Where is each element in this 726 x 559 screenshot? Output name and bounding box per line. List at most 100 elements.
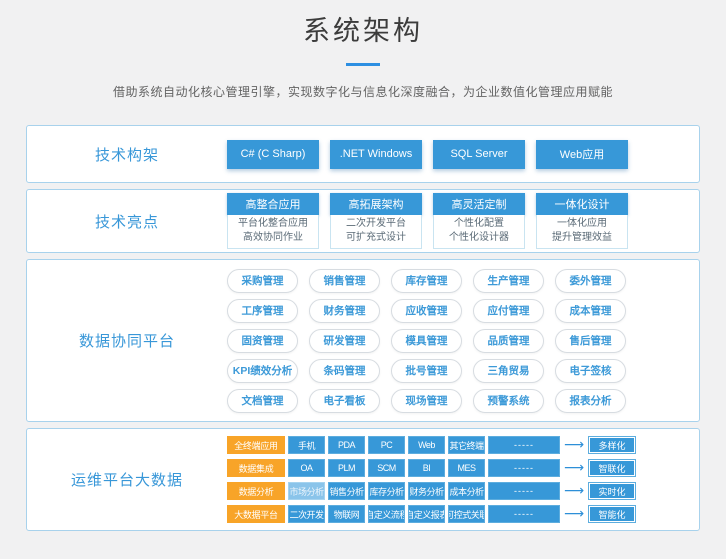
module-button[interactable]: 固资管理 — [227, 329, 298, 353]
highlight-card-body: 平台化整合应用高效协同作业 — [227, 215, 319, 249]
module-button[interactable]: 品质管理 — [473, 329, 544, 353]
ops-result-chip[interactable]: 多样化 — [588, 436, 636, 454]
module-button[interactable]: 库存管理 — [391, 269, 462, 293]
arrow-right-icon: ⟶ — [563, 484, 585, 498]
panel-label-highlights: 技术亮点 — [27, 211, 227, 232]
module-button[interactable]: 模具管理 — [391, 329, 462, 353]
highlight-card-body: 个性化配置个性化设计器 — [433, 215, 525, 249]
ops-item-chip[interactable]: 自定义报表 — [408, 505, 445, 523]
tech-stack-button[interactable]: .NET Windows — [330, 140, 422, 169]
panel-label-ops-bigdata: 运维平台大数据 — [27, 469, 227, 490]
page-subtitle: 借助系统自动化核心管理引擎，实现数字化与信息化深度融合，为企业数值化管理应用赋能 — [0, 83, 726, 100]
ops-category-chip[interactable]: 全终端应用 — [227, 436, 285, 454]
highlight-card-line: 平台化整合应用 — [228, 217, 318, 231]
ops-row: 大数据平台二次开发物联网自定义流程自定义报表可控式关联-----⟶智能化 — [227, 505, 699, 523]
ops-item-chip[interactable]: 物联网 — [328, 505, 365, 523]
highlight-card-title: 高拓展架构 — [330, 193, 422, 215]
module-button[interactable]: 报表分析 — [555, 389, 626, 413]
module-button[interactable]: 采购管理 — [227, 269, 298, 293]
ops-item-chip[interactable]: MES — [448, 459, 485, 477]
highlight-card-line: 可扩充式设计 — [331, 231, 421, 245]
ops-item-chip[interactable]: 库存分析 — [368, 482, 405, 500]
module-button[interactable]: 工序管理 — [227, 299, 298, 323]
module-button[interactable]: 电子看板 — [309, 389, 380, 413]
ops-item-chip[interactable]: 成本分析 — [448, 482, 485, 500]
highlight-card-title: 高整合应用 — [227, 193, 319, 215]
module-button[interactable]: 文档管理 — [227, 389, 298, 413]
ops-more-chip[interactable]: ----- — [488, 505, 560, 523]
module-button[interactable]: 批号管理 — [391, 359, 462, 383]
tech-stack-button[interactable]: SQL Server — [433, 140, 525, 169]
module-button[interactable]: 成本管理 — [555, 299, 626, 323]
ops-more-chip[interactable]: ----- — [488, 482, 560, 500]
highlight-card-title: 一体化设计 — [536, 193, 628, 215]
highlight-card: 高灵活定制个性化配置个性化设计器 — [433, 193, 525, 249]
module-button[interactable]: 销售管理 — [309, 269, 380, 293]
ops-item-chip[interactable]: 销售分析 — [328, 482, 365, 500]
ops-result-chip[interactable]: 智联化 — [588, 459, 636, 477]
highlight-card: 高拓展架构二次开发平台可扩充式设计 — [330, 193, 422, 249]
highlight-card-line: 高效协同作业 — [228, 231, 318, 245]
tech-stack-button[interactable]: Web应用 — [536, 140, 628, 169]
panel-ops-bigdata: 运维平台大数据 全终端应用手机PDAPCWeb其它终端-----⟶多样化数据集成… — [26, 428, 700, 531]
highlight-card-line: 一体化应用 — [537, 217, 627, 231]
system-architecture-page: 系统架构 借助系统自动化核心管理引擎，实现数字化与信息化深度融合，为企业数值化管… — [0, 14, 726, 559]
module-button[interactable]: KPI绩效分析 — [227, 359, 298, 383]
tech-stack-button[interactable]: C# (C Sharp) — [227, 140, 319, 169]
panel-data-platform: 数据协同平台 采购管理销售管理库存管理生产管理委外管理工序管理财务管理应收管理应… — [26, 259, 700, 422]
ops-item-chip[interactable]: SCM — [368, 459, 405, 477]
ops-result-chip[interactable]: 实时化 — [588, 482, 636, 500]
ops-item-chip[interactable]: 市场分析 — [288, 482, 325, 500]
module-grid: 采购管理销售管理库存管理生产管理委外管理工序管理财务管理应收管理应付管理成本管理… — [227, 269, 699, 413]
page-title: 系统架构 — [0, 14, 726, 48]
ops-result-chip[interactable]: 智能化 — [588, 505, 636, 523]
panel-label-data-platform: 数据协同平台 — [27, 330, 227, 351]
ops-category-chip[interactable]: 大数据平台 — [227, 505, 285, 523]
ops-item-chip[interactable]: 手机 — [288, 436, 325, 454]
module-button[interactable]: 应收管理 — [391, 299, 462, 323]
module-button[interactable]: 现场管理 — [391, 389, 462, 413]
module-button[interactable]: 研发管理 — [309, 329, 380, 353]
ops-item-chip[interactable]: 自定义流程 — [368, 505, 405, 523]
module-button[interactable]: 应付管理 — [473, 299, 544, 323]
highlight-card-line: 个性化配置 — [434, 217, 524, 231]
arrow-right-icon: ⟶ — [563, 461, 585, 475]
tech-stack-button-row: C# (C Sharp) .NET Windows SQL Server Web应用 — [227, 140, 699, 169]
ops-category-chip[interactable]: 数据集成 — [227, 459, 285, 477]
module-button[interactable]: 预警系统 — [473, 389, 544, 413]
ops-item-chip[interactable]: 可控式关联 — [448, 505, 485, 523]
ops-more-chip[interactable]: ----- — [488, 459, 560, 477]
ops-item-chip[interactable]: 二次开发 — [288, 505, 325, 523]
highlight-card-line: 二次开发平台 — [331, 217, 421, 231]
ops-item-chip[interactable]: PLM — [328, 459, 365, 477]
ops-item-chip[interactable]: PDA — [328, 436, 365, 454]
ops-row: 全终端应用手机PDAPCWeb其它终端-----⟶多样化 — [227, 436, 699, 454]
panel-tech-stack: 技术构架 C# (C Sharp).NET WindowsSQL ServerW… — [26, 125, 700, 183]
highlight-card: 高整合应用平台化整合应用高效协同作业 — [227, 193, 319, 249]
panel-stack: 技术构架 C# (C Sharp).NET WindowsSQL ServerW… — [26, 125, 700, 531]
arrow-right-icon: ⟶ — [563, 438, 585, 452]
module-button[interactable]: 财务管理 — [309, 299, 380, 323]
module-button[interactable]: 三角贸易 — [473, 359, 544, 383]
ops-item-chip[interactable]: 其它终端 — [448, 436, 485, 454]
highlight-card-title: 高灵活定制 — [433, 193, 525, 215]
highlight-card: 一体化设计一体化应用提升管理效益 — [536, 193, 628, 249]
ops-row-list: 全终端应用手机PDAPCWeb其它终端-----⟶多样化数据集成OAPLMSCM… — [227, 436, 699, 523]
module-button[interactable]: 生产管理 — [473, 269, 544, 293]
module-button[interactable]: 电子签核 — [555, 359, 626, 383]
highlight-card-body: 一体化应用提升管理效益 — [536, 215, 628, 249]
module-button[interactable]: 委外管理 — [555, 269, 626, 293]
ops-item-chip[interactable]: BI — [408, 459, 445, 477]
ops-more-chip[interactable]: ----- — [488, 436, 560, 454]
ops-item-chip[interactable]: Web — [408, 436, 445, 454]
module-button[interactable]: 售后管理 — [555, 329, 626, 353]
arrow-right-icon: ⟶ — [563, 507, 585, 521]
highlight-card-line: 个性化设计器 — [434, 231, 524, 245]
title-underline — [346, 63, 380, 66]
ops-category-chip[interactable]: 数据分析 — [227, 482, 285, 500]
ops-item-chip[interactable]: OA — [288, 459, 325, 477]
ops-item-chip[interactable]: PC — [368, 436, 405, 454]
highlight-card-line: 提升管理效益 — [537, 231, 627, 245]
module-button[interactable]: 条码管理 — [309, 359, 380, 383]
ops-item-chip[interactable]: 财务分析 — [408, 482, 445, 500]
